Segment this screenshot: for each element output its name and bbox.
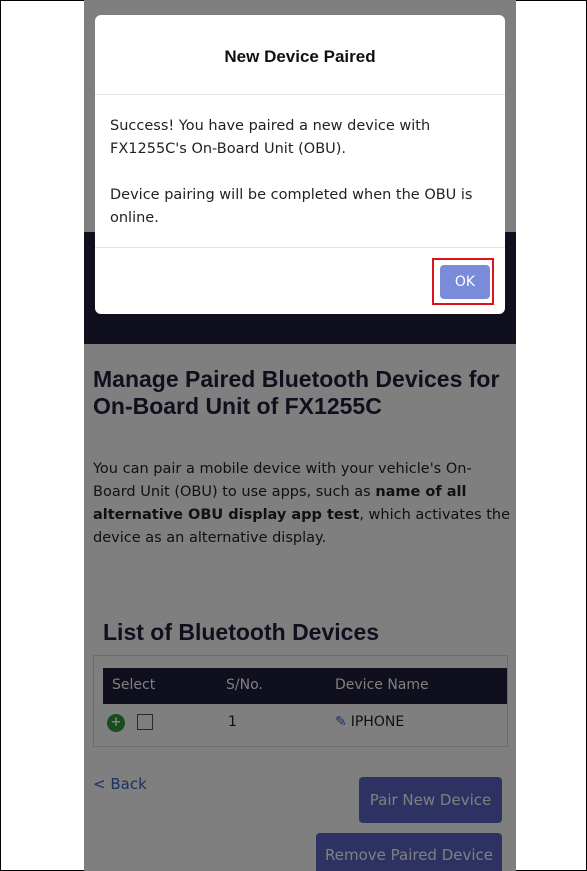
dialog-divider-top — [95, 94, 505, 95]
dialog-title: New Device Paired — [224, 47, 376, 66]
ok-button-highlight — [432, 258, 494, 305]
dialog-message-pending: Device pairing will be completed when th… — [110, 187, 473, 226]
dialog-message-success: Success! You have paired a new device wi… — [110, 118, 431, 157]
dialog-divider-bottom — [95, 247, 505, 248]
dialog-body: Success! You have paired a new device wi… — [110, 115, 495, 253]
new-device-paired-dialog: New Device Paired Success! You have pair… — [95, 15, 505, 314]
